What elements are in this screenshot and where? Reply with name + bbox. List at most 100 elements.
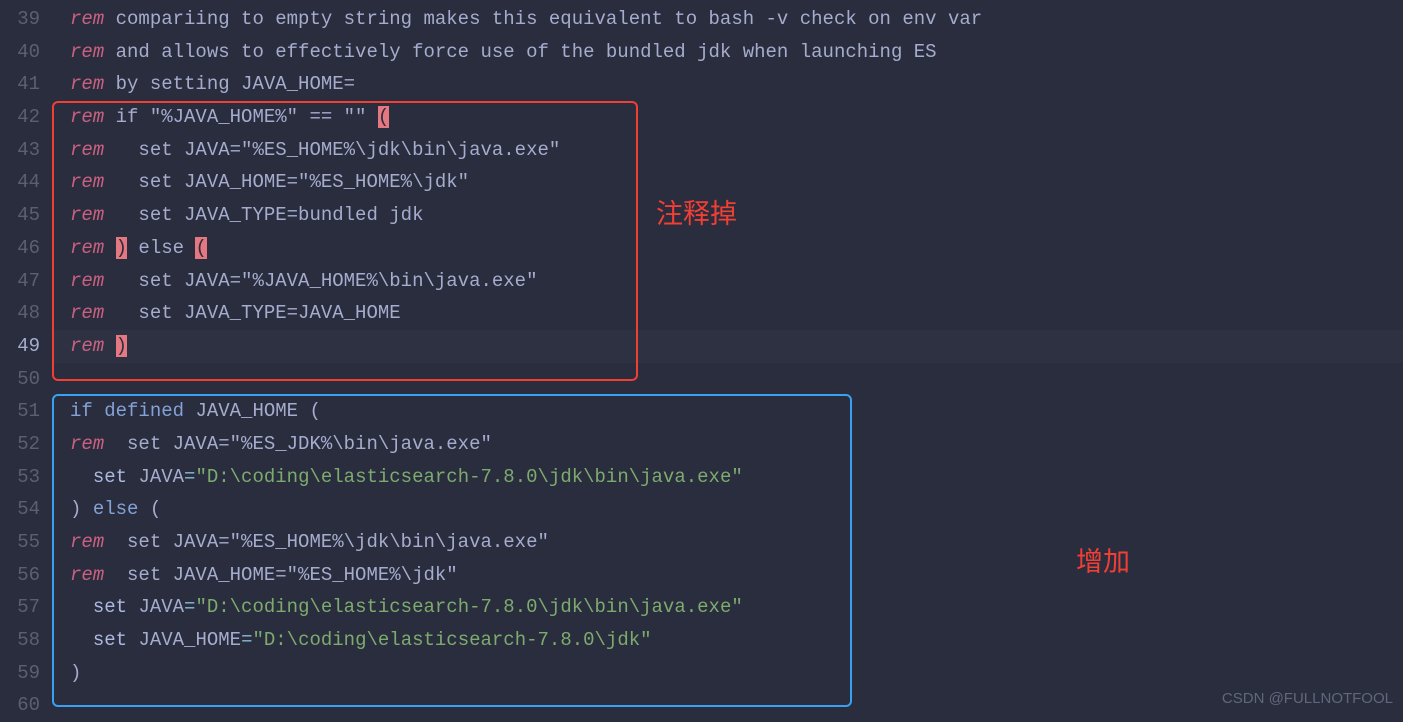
space <box>81 498 92 520</box>
paren-close: ) <box>70 498 81 520</box>
string-literal: "D:\coding\elasticsearch-7.8.0\jdk\bin\j… <box>195 466 742 488</box>
code-line[interactable]: set JAVA_HOME="D:\coding\elasticsearch-7… <box>70 624 1403 657</box>
space <box>104 237 115 259</box>
comment-text: else <box>127 237 195 259</box>
paren-close: ) <box>70 662 81 684</box>
comment-text: set JAVA_HOME="%ES_HOME%\jdk" <box>104 171 469 193</box>
code-line[interactable]: rem set JAVA="%ES_HOME%\jdk\bin\java.exe… <box>70 526 1403 559</box>
code-line[interactable]: rem set JAVA_TYPE=JAVA_HOME <box>70 297 1403 330</box>
code-line[interactable]: rem ) <box>70 330 1403 363</box>
set-keyword: set <box>93 466 127 488</box>
code-line-empty[interactable] <box>70 363 1403 396</box>
line-number: 43 <box>0 134 40 167</box>
code-line[interactable]: if defined JAVA_HOME ( <box>70 395 1403 428</box>
line-number: 55 <box>0 526 40 559</box>
code-line[interactable]: rem set JAVA_HOME="%ES_HOME%\jdk" <box>70 166 1403 199</box>
code-line[interactable]: rem and allows to effectively force use … <box>70 36 1403 69</box>
rem-keyword: rem <box>70 237 104 259</box>
code-line[interactable]: ) <box>70 657 1403 690</box>
set-keyword: set <box>93 596 127 618</box>
paren-open: ( <box>309 400 320 422</box>
rem-keyword: rem <box>70 564 104 586</box>
code-line[interactable]: rem set JAVA="%JAVA_HOME%\bin\java.exe" <box>70 265 1403 298</box>
code-line[interactable]: rem ) else ( <box>70 232 1403 265</box>
code-line[interactable]: rem by setting JAVA_HOME= <box>70 68 1403 101</box>
line-number: 44 <box>0 166 40 199</box>
identifier: JAVA <box>138 596 184 618</box>
indent <box>70 596 93 618</box>
code-line[interactable]: rem compariing to empty string makes thi… <box>70 3 1403 36</box>
paren-close-error: ) <box>116 237 127 259</box>
line-number: 54 <box>0 493 40 526</box>
set-keyword: set <box>93 629 127 651</box>
rem-keyword: rem <box>70 8 104 30</box>
else-keyword: else <box>93 498 139 520</box>
code-line[interactable]: set JAVA="D:\coding\elasticsearch-7.8.0\… <box>70 591 1403 624</box>
indent <box>70 629 93 651</box>
indent <box>70 466 93 488</box>
watermark: CSDN @FULLNOTFOOL <box>1222 683 1393 716</box>
paren-close-error: ) <box>116 335 127 357</box>
comment-text: set JAVA_TYPE=bundled jdk <box>104 204 423 226</box>
rem-keyword: rem <box>70 171 104 193</box>
code-line[interactable]: rem set JAVA_HOME="%ES_HOME%\jdk" <box>70 559 1403 592</box>
line-number: 48 <box>0 297 40 330</box>
line-number: 51 <box>0 395 40 428</box>
line-number: 40 <box>0 36 40 69</box>
line-number: 49 <box>0 330 40 363</box>
line-number: 57 <box>0 591 40 624</box>
string-literal: "D:\coding\elasticsearch-7.8.0\jdk" <box>252 629 651 651</box>
code-line[interactable]: rem set JAVA="%ES_JDK%\bin\java.exe" <box>70 428 1403 461</box>
code-editor[interactable]: 3940414243444546474849505152535455565758… <box>0 0 1403 722</box>
comment-text: by setting JAVA_HOME= <box>104 73 355 95</box>
rem-keyword: rem <box>70 302 104 324</box>
identifier: JAVA_HOME <box>138 629 241 651</box>
space <box>127 629 138 651</box>
rem-keyword: rem <box>70 139 104 161</box>
rem-keyword: rem <box>70 531 104 553</box>
comment-text: set JAVA="%ES_HOME%\jdk\bin\java.exe" <box>104 139 560 161</box>
line-number: 53 <box>0 461 40 494</box>
equals: = <box>184 466 195 488</box>
defined-keyword: defined <box>104 400 184 422</box>
code-line[interactable]: rem if "%JAVA_HOME%" == "" ( <box>70 101 1403 134</box>
paren-open-error: ( <box>378 106 389 128</box>
line-number: 50 <box>0 363 40 396</box>
comment-text: set JAVA="%JAVA_HOME%\bin\java.exe" <box>104 270 537 292</box>
comment-text: set JAVA_TYPE=JAVA_HOME <box>104 302 400 324</box>
line-number: 56 <box>0 559 40 592</box>
annotation-label-add: 增加 <box>1076 546 1130 579</box>
rem-keyword: rem <box>70 270 104 292</box>
line-number: 47 <box>0 265 40 298</box>
rem-keyword: rem <box>70 335 104 357</box>
code-line[interactable]: set JAVA="D:\coding\elasticsearch-7.8.0\… <box>70 461 1403 494</box>
line-number: 58 <box>0 624 40 657</box>
code-line[interactable]: ) else ( <box>70 493 1403 526</box>
comment-text: set JAVA="%ES_JDK%\bin\java.exe" <box>104 433 492 455</box>
comment-text: compariing to empty string makes this eq… <box>104 8 982 30</box>
rem-keyword: rem <box>70 106 104 128</box>
line-number: 45 <box>0 199 40 232</box>
equals: = <box>184 596 195 618</box>
identifier: JAVA <box>138 466 184 488</box>
annotation-label-comment-out: 注释掉 <box>656 198 737 231</box>
line-number: 60 <box>0 689 40 722</box>
line-number: 41 <box>0 68 40 101</box>
comment-text: set JAVA_HOME="%ES_HOME%\jdk" <box>104 564 457 586</box>
line-number: 39 <box>0 3 40 36</box>
space <box>138 498 149 520</box>
if-keyword: if <box>70 400 93 422</box>
line-number: 42 <box>0 101 40 134</box>
line-number: 59 <box>0 657 40 690</box>
paren-open: ( <box>150 498 161 520</box>
code-line[interactable]: rem set JAVA="%ES_HOME%\jdk\bin\java.exe… <box>70 134 1403 167</box>
space <box>184 400 195 422</box>
comment-text: if "%JAVA_HOME%" == "" <box>104 106 378 128</box>
code-area[interactable]: rem compariing to empty string makes thi… <box>54 0 1403 722</box>
equals: = <box>241 629 252 651</box>
string-literal: "D:\coding\elasticsearch-7.8.0\jdk\bin\j… <box>195 596 742 618</box>
line-number: 46 <box>0 232 40 265</box>
space <box>104 335 115 357</box>
space <box>127 466 138 488</box>
code-line-empty[interactable] <box>70 689 1403 722</box>
